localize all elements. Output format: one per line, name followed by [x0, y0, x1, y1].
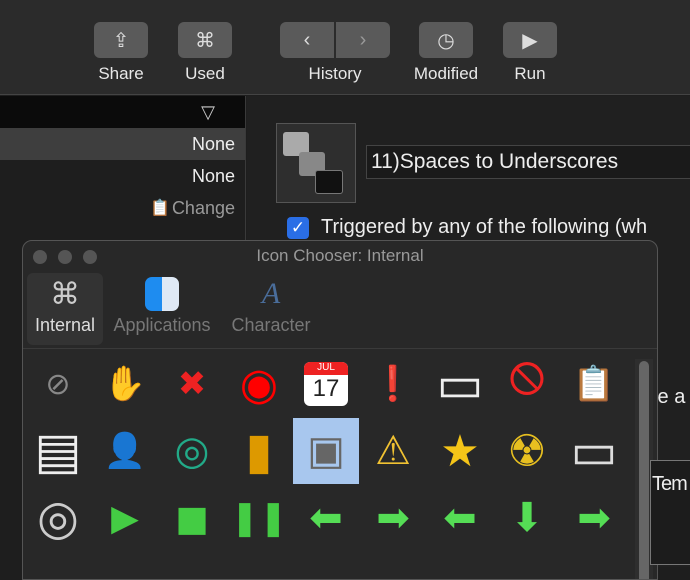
- calendar-icon[interactable]: JUL 17: [293, 351, 359, 417]
- green-right-rotate-icon[interactable]: ➡: [360, 485, 426, 551]
- tab-label: Internal: [34, 315, 96, 335]
- command-icon: ⌘: [195, 29, 215, 52]
- minimize-button[interactable]: [58, 250, 72, 264]
- radiation-icon[interactable]: ☢: [494, 418, 560, 484]
- letter-a-icon: A: [261, 277, 281, 310]
- macro-icon-button[interactable]: [276, 123, 356, 203]
- cd-icon[interactable]: ◎: [25, 485, 91, 551]
- toolbar: ⇪ Share ⌘ Used ‹ › History ◷ Modified ▶ …: [0, 0, 690, 95]
- green-play-icon[interactable]: ▶: [92, 485, 158, 551]
- clipboard-icon: 📋: [150, 200, 170, 217]
- sidebar-row[interactable]: None: [0, 128, 245, 160]
- warning-icon[interactable]: ⚠: [360, 418, 426, 484]
- run-button[interactable]: ▶: [503, 22, 557, 58]
- red-x-icon[interactable]: ✖: [159, 351, 225, 417]
- no-sign-icon[interactable]: ⊘: [25, 351, 91, 417]
- used-label: Used: [185, 64, 225, 83]
- clock-icon: ◷: [437, 29, 455, 52]
- star-icon[interactable]: ★: [427, 418, 493, 484]
- modified-button[interactable]: ◷: [419, 22, 473, 58]
- triggered-label: Triggered by any of the following (wh: [321, 216, 648, 238]
- history-forward-button[interactable]: ›: [336, 22, 390, 58]
- sidebar-row[interactable]: 📋 Change: [0, 192, 245, 224]
- tab-label: Applications: [113, 315, 211, 335]
- window-preview-icon[interactable]: ▭: [561, 418, 627, 484]
- chevron-left-icon: ‹: [303, 28, 311, 51]
- red-target-icon[interactable]: ◉: [226, 351, 292, 417]
- green-stop-icon[interactable]: ■: [159, 485, 225, 551]
- contacts-icon[interactable]: 👤: [92, 418, 158, 484]
- sidebar-row-label: Change: [171, 197, 235, 218]
- green-right-arrow-icon[interactable]: ➡: [561, 485, 627, 551]
- blank-window-icon[interactable]: ▭: [427, 351, 493, 417]
- red-exclamation-icon[interactable]: ❗: [360, 351, 426, 417]
- prohibited-icon[interactable]: 🛇: [494, 351, 560, 417]
- tab-internal[interactable]: ⌘ Internal: [27, 273, 103, 345]
- history-back-button[interactable]: ‹: [280, 22, 334, 58]
- checkbox-checked-icon[interactable]: ✓: [287, 216, 309, 239]
- history-label: History: [308, 64, 362, 83]
- green-left-arrow-icon[interactable]: ⬅: [293, 485, 359, 551]
- macro-group-icon[interactable]: ▣: [293, 418, 359, 484]
- modified-label: Modified: [413, 64, 479, 83]
- share-button[interactable]: ⇪: [94, 22, 148, 58]
- run-label: Run: [514, 64, 546, 83]
- chevron-right-icon: ›: [359, 28, 367, 51]
- sort-header[interactable]: ▽: [0, 96, 245, 128]
- share-icon: ⇪: [112, 29, 130, 52]
- scrollbar-thumb[interactable]: [639, 361, 649, 579]
- tab-applications[interactable]: Applications: [107, 273, 217, 345]
- triangle-down-icon: ▽: [201, 101, 215, 122]
- calendar-day: 17: [312, 375, 340, 402]
- stop-hand-icon[interactable]: ✋: [92, 351, 158, 417]
- green-pause-icon[interactable]: ❚❚: [226, 485, 292, 551]
- triggered-checkbox-row[interactable]: ✓ Triggered by any of the following (wh: [287, 216, 647, 239]
- sidebar: ▽ None None 📋 Change: [0, 96, 246, 246]
- zoom-button[interactable]: [83, 250, 97, 264]
- sidebar-row[interactable]: None: [0, 160, 245, 192]
- play-icon: ▶: [522, 29, 538, 52]
- keyboard-maestro-icon: ⌘: [50, 277, 80, 311]
- calendar-month: JUL: [304, 362, 348, 375]
- drive-icon[interactable]: ▮: [226, 418, 292, 484]
- list-window-icon[interactable]: ▤: [25, 418, 91, 484]
- macro-name-field[interactable]: 11)Spaces to Underscores: [366, 145, 690, 179]
- green-down-arrow-icon[interactable]: ⬇: [494, 485, 560, 551]
- clipboard-arrow-icon[interactable]: 📋: [561, 351, 627, 417]
- tab-character[interactable]: A Character: [221, 273, 321, 345]
- finder-icon: [107, 273, 217, 315]
- window-titlebar[interactable]: Icon Chooser: Internal: [23, 241, 657, 271]
- chrome-icon[interactable]: ◎: [159, 418, 225, 484]
- tab-label: Character: [231, 315, 311, 335]
- close-button[interactable]: [33, 250, 47, 264]
- used-button[interactable]: ⌘: [178, 22, 232, 58]
- green-left-rotate-icon[interactable]: ⬅: [427, 485, 493, 551]
- share-label: Share: [98, 64, 144, 83]
- partial-box: Tem: [650, 460, 690, 565]
- icon-chooser-window: Icon Chooser: Internal ⌘ Internal Applica…: [22, 240, 658, 580]
- window-title: Icon Chooser: Internal: [256, 246, 424, 265]
- partial-label: Tem: [652, 473, 688, 495]
